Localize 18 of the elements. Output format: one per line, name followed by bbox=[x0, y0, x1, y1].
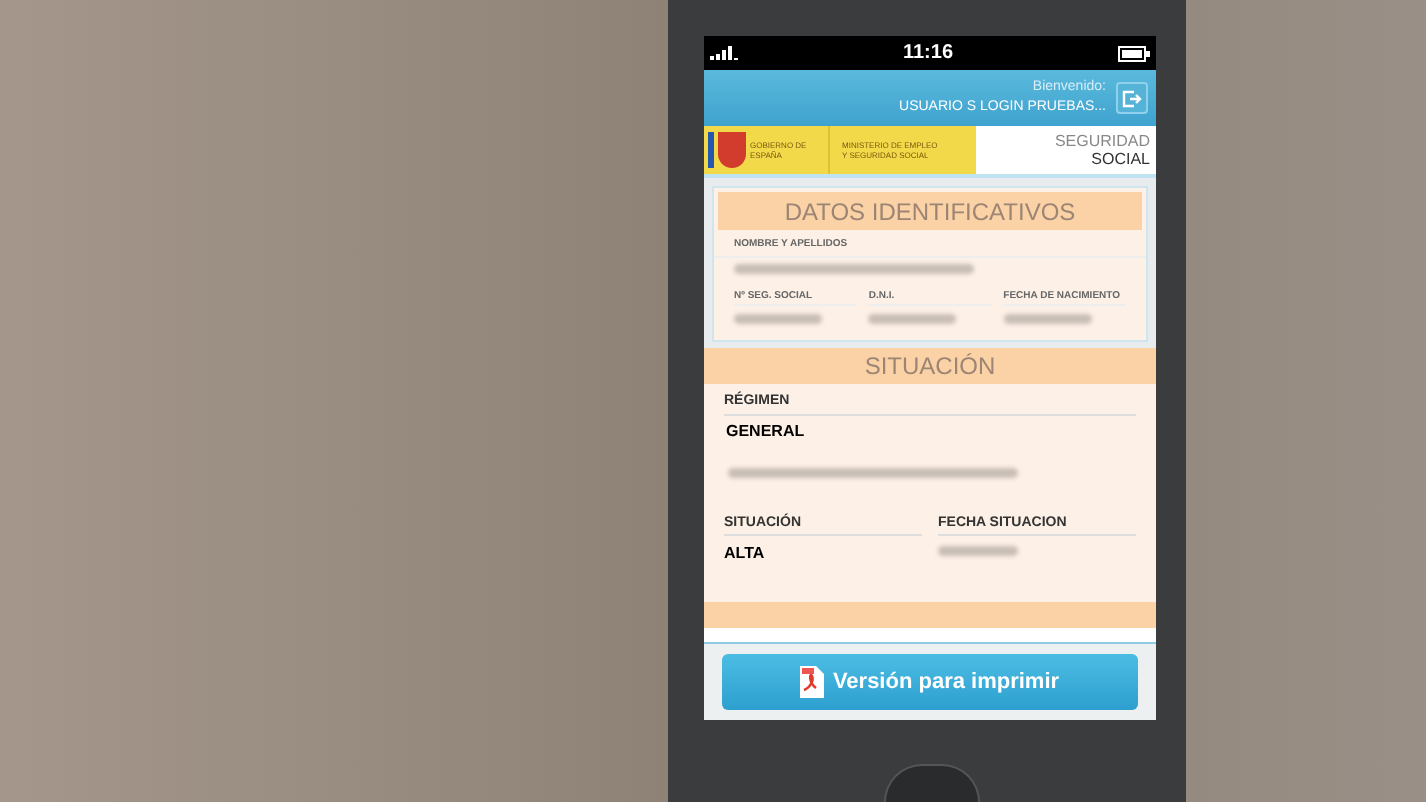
time-text: 11:16 bbox=[902, 40, 954, 68]
agency-name: SEGURIDAD bbox=[1054, 132, 1150, 150]
section-header: DATOS IDENTIFICATIVOS bbox=[718, 192, 1142, 230]
battery-icon bbox=[1118, 45, 1150, 61]
agency-name: SOCIAL bbox=[1091, 150, 1150, 168]
section-header: SITUACIÓN bbox=[704, 348, 1156, 384]
eu-flag-icon bbox=[708, 132, 714, 168]
logout-button[interactable] bbox=[1116, 82, 1148, 114]
print-button[interactable]: Versión para imprimir bbox=[722, 654, 1138, 710]
blurred-value bbox=[734, 314, 822, 324]
signal-icon bbox=[710, 46, 738, 60]
blurred-value bbox=[1003, 314, 1092, 324]
blurred-value bbox=[868, 314, 957, 324]
field-value: ALTA bbox=[724, 542, 767, 566]
field-value: GENERAL bbox=[726, 419, 807, 443]
pdf-document-icon bbox=[800, 666, 825, 698]
blurred-value bbox=[938, 546, 1018, 556]
logout-icon bbox=[1122, 89, 1142, 107]
